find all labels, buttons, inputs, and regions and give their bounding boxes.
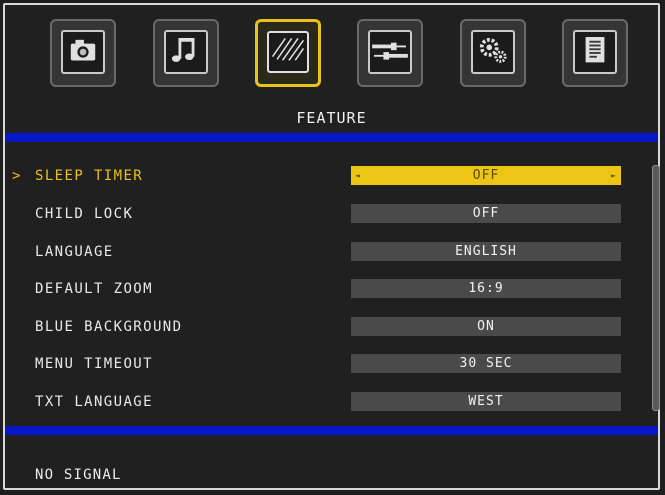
cable-connector-icon [372, 42, 408, 60]
camera-icon [70, 39, 96, 61]
menu-item-sleep-timer[interactable]: > SLEEP TIMER ◄ OFF ► [5, 165, 625, 189]
menu-item-label: MENU TIMEOUT [35, 356, 153, 372]
sleep-timer-value-text: OFF [472, 168, 500, 183]
menu-item-child-lock[interactable]: CHILD LOCK OFF [5, 203, 625, 227]
arrow-right-icon[interactable]: ► [611, 166, 617, 185]
feature-stripes-icon [271, 38, 305, 61]
page-title: FEATURE [296, 109, 367, 127]
menu-item-label: DEFAULT ZOOM [35, 281, 153, 297]
scrollbar[interactable] [652, 165, 660, 411]
selection-cursor-icon: > [12, 168, 21, 184]
menu-item-language[interactable]: LANGUAGE ENGLISH [5, 241, 625, 265]
menu-item-label: CHILD LOCK [35, 206, 134, 222]
child-lock-value[interactable]: OFF [351, 204, 621, 223]
blue-background-value[interactable]: ON [351, 317, 621, 336]
sleep-timer-value[interactable]: ◄ OFF ► [351, 166, 621, 185]
txt-language-value[interactable]: WEST [351, 392, 621, 411]
menu-item-label: LANGUAGE [35, 244, 114, 260]
top-divider-bar [5, 133, 658, 142]
menu-item-label: SLEEP TIMER [35, 168, 144, 184]
arrow-left-icon[interactable]: ◄ [355, 166, 361, 185]
menu-item-default-zoom[interactable]: DEFAULT ZOOM 16:9 [5, 278, 625, 302]
menu-item-txt-language[interactable]: TXT LANGUAGE WEST [5, 391, 625, 415]
bottom-divider-bar [5, 426, 658, 435]
tab-feature[interactable] [255, 19, 321, 87]
language-value[interactable]: ENGLISH [351, 242, 621, 261]
menu-item-menu-timeout[interactable]: MENU TIMEOUT 30 SEC [5, 353, 625, 377]
tab-input[interactable] [357, 19, 423, 87]
menu-timeout-value[interactable]: 30 SEC [351, 354, 621, 373]
menu-item-label: BLUE BACKGROUND [35, 319, 183, 335]
default-zoom-value[interactable]: 16:9 [351, 279, 621, 298]
menu-item-blue-background[interactable]: BLUE BACKGROUND ON [5, 316, 625, 340]
menu-item-label: TXT LANGUAGE [35, 394, 153, 410]
music-note-icon [171, 37, 195, 62]
status-text: NO SIGNAL [35, 467, 122, 483]
tab-sound[interactable] [153, 19, 219, 87]
tab-setup[interactable] [460, 19, 526, 87]
osd-frame: FEATURE > SLEEP TIMER ◄ OFF ► CHILD LOCK… [3, 3, 660, 490]
gears-icon [479, 37, 507, 63]
menu-tabs [50, 19, 630, 94]
document-icon [585, 37, 605, 63]
tab-info[interactable] [562, 19, 628, 87]
tab-picture[interactable] [50, 19, 116, 87]
